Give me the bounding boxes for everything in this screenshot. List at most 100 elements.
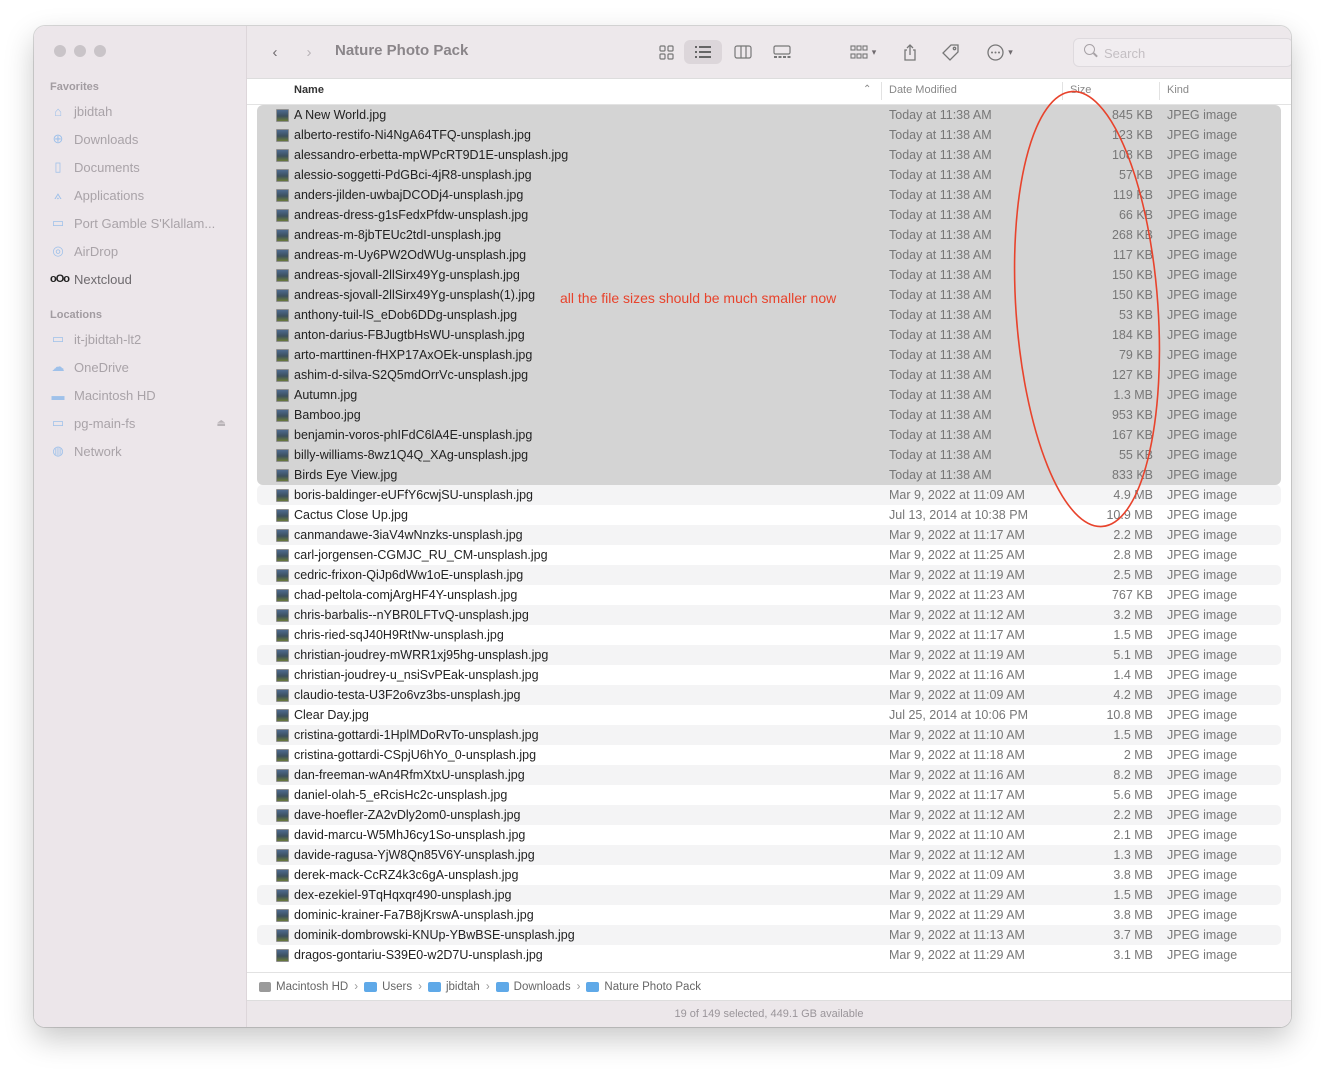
file-kind: JPEG image: [1167, 248, 1238, 262]
file-size: 2 MB: [1123, 748, 1153, 762]
file-name: claudio-testa-U3F2o6vz3bs-unsplash.jpg: [294, 688, 521, 702]
path-bar: Macintosh HD › Users › jbidtah › Downloads › Nat…: [247, 972, 1291, 1000]
file-row[interactable]: dex-ezekiel-9TqHqxqr490-unsplash.jpg Mar …: [247, 885, 1291, 905]
status-bar: 19 of 149 selected, 449.1 GB available: [247, 1000, 1291, 1027]
file-date-modified: Mar 9, 2022 at 11:29 AM: [889, 888, 1025, 902]
file-row[interactable]: davide-ragusa-YjW8Qn85V6Y-unsplash.jpg Ma…: [247, 845, 1291, 865]
file-date-modified: Mar 9, 2022 at 11:16 AM: [889, 668, 1025, 682]
jpeg-thumbnail-icon: [276, 469, 289, 482]
file-row[interactable]: cedric-frixon-QiJp6dWw1oE-unsplash.jpg Ma…: [247, 565, 1291, 585]
breadcrumb-item[interactable]: Downloads: [495, 981, 571, 993]
file-row[interactable]: chad-peltola-comjArgHF4Y-unsplash.jpg Mar…: [247, 585, 1291, 605]
file-row[interactable]: christian-joudrey-mWRR1xj95hg-unsplash.j…: [247, 645, 1291, 665]
file-row[interactable]: christian-joudrey-u_nsiSvPEak-unsplash.j…: [247, 665, 1291, 685]
file-date-modified: Today at 11:38 AM: [889, 388, 992, 402]
jpeg-thumbnail-icon: [276, 149, 289, 162]
file-row[interactable]: chris-ried-sqJ40H9RtNw-unsplash.jpg Mar 9…: [247, 625, 1291, 645]
file-size: 767 KB: [1111, 588, 1153, 602]
file-row[interactable]: dave-hoefler-ZA2vDly2om0-unsplash.jpg Mar…: [247, 805, 1291, 825]
file-name: andreas-m-Uy6PW2OdWUg-unsplash.jpg: [294, 248, 527, 262]
minimize-button[interactable]: [74, 45, 86, 57]
close-button[interactable]: [54, 45, 66, 57]
file-name: alessandro-erbetta-mpWPcRT9D1E-unsplash.…: [294, 148, 569, 162]
column-name-header[interactable]: Name: [294, 84, 324, 96]
file-row[interactable]: carl-jorgensen-CGMJC_RU_CM-unsplash.jpg M…: [247, 545, 1291, 565]
column-date-header[interactable]: Date Modified: [889, 84, 957, 96]
file-date-modified: Mar 9, 2022 at 11:17 AM: [889, 628, 1025, 642]
jpeg-thumbnail-icon: [276, 589, 289, 602]
forward-button[interactable]: ›: [299, 40, 319, 64]
file-row[interactable]: dominic-krainer-Fa7B8jKrswA-unsplash.jpg…: [247, 905, 1291, 925]
file-kind: JPEG image: [1167, 788, 1238, 802]
file-row[interactable]: daniel-olah-5_eRcisHc2c-unsplash.jpg Mar …: [247, 785, 1291, 805]
file-name: Autumn.jpg: [294, 388, 358, 402]
file-row[interactable]: Clear Day.jpg Jul 25, 2014 at 10:06 PM 10.…: [247, 705, 1291, 725]
file-row[interactable]: derek-mack-CcRZ4k3c6gA-unsplash.jpg Mar 9…: [247, 865, 1291, 885]
file-date-modified: Mar 9, 2022 at 11:09 AM: [889, 488, 1025, 502]
download-icon: ⊕: [52, 131, 64, 146]
sidebar-item-downloads[interactable]: ⊕ Downloads: [50, 128, 240, 150]
file-date-modified: Today at 11:38 AM: [889, 168, 992, 182]
column-view-button[interactable]: [729, 40, 757, 64]
annotation-note: all the file sizes should be much smalle…: [560, 290, 837, 306]
sidebar-item-airdrop[interactable]: ◎ AirDrop: [50, 240, 240, 262]
home-icon: ⌂: [54, 103, 62, 119]
chevron-right-icon: ›: [354, 980, 359, 993]
sidebar-item-onedrive[interactable]: ☁ OneDrive: [50, 356, 240, 378]
file-name: davide-ragusa-YjW8Qn85V6Y-unsplash.jpg: [294, 848, 535, 862]
file-size: 5.6 MB: [1113, 788, 1153, 802]
file-row[interactable]: claudio-testa-U3F2o6vz3bs-unsplash.jpg Ma…: [247, 685, 1291, 705]
breadcrumb-item[interactable]: jbidtah: [427, 981, 480, 993]
sidebar-item-jbidtah[interactable]: ⌂ jbidtah: [50, 100, 240, 122]
sidebar-item-label: Documents: [74, 159, 140, 175]
file-row[interactable]: dan-freeman-wAn4RfmXtxU-unsplash.jpg Mar …: [247, 765, 1291, 785]
sidebar-item-port-gamble[interactable]: ▭ Port Gamble S'Klallam...: [50, 212, 240, 234]
file-date-modified: Mar 9, 2022 at 11:16 AM: [889, 768, 1025, 782]
back-button[interactable]: ‹: [265, 40, 285, 64]
list-view-button[interactable]: [684, 40, 722, 64]
file-size: 1.5 MB: [1113, 888, 1153, 902]
file-name: Bamboo.jpg: [294, 408, 361, 422]
sidebar-item-macintosh-hd[interactable]: ▬ Macintosh HD: [50, 384, 240, 406]
file-date-modified: Today at 11:38 AM: [889, 448, 992, 462]
share-button[interactable]: [898, 40, 922, 64]
sidebar: Favorites ⌂ jbidtah ⊕ Downloads ▯ Docume…: [34, 26, 247, 1027]
breadcrumb-item[interactable]: Nature Photo Pack: [586, 981, 701, 993]
jpeg-thumbnail-icon: [276, 129, 289, 142]
search-field[interactable]: Search: [1073, 38, 1291, 67]
file-row[interactable]: cristina-gottardi-CSpjU6hYo_0-unsplash.j…: [247, 745, 1291, 765]
file-kind: JPEG image: [1167, 148, 1238, 162]
more-actions-button[interactable]: ▾: [980, 40, 1020, 64]
file-row[interactable]: dominik-dombrowski-KNUp-YBwBSE-unsplash.…: [247, 925, 1291, 945]
file-name: ashim-d-silva-S2Q5mdOrrVc-unsplash.jpg: [294, 368, 529, 382]
sidebar-item-documents[interactable]: ▯ Documents: [50, 156, 240, 178]
breadcrumb-item[interactable]: Macintosh HD: [259, 981, 348, 993]
breadcrumb-item[interactable]: Users: [364, 981, 412, 993]
sidebar-item-pg-main-fs[interactable]: ▭ pg-main-fs ⏏: [50, 412, 240, 434]
sidebar-item-it-jbidtah-lt2[interactable]: ▭ it-jbidtah-lt2: [50, 328, 240, 350]
share-icon: [904, 43, 916, 61]
column-kind-header[interactable]: Kind: [1167, 84, 1189, 96]
sidebar-item-network[interactable]: ◍ Network: [50, 440, 240, 462]
sidebar-item-applications[interactable]: ⟑ Applications: [50, 184, 240, 206]
zoom-button[interactable]: [94, 45, 106, 57]
file-name: dan-freeman-wAn4RfmXtxU-unsplash.jpg: [294, 768, 525, 782]
file-name: carl-jorgensen-CGMJC_RU_CM-unsplash.jpg: [294, 548, 548, 562]
file-name: dave-hoefler-ZA2vDly2om0-unsplash.jpg: [294, 808, 521, 822]
file-kind: JPEG image: [1167, 388, 1238, 402]
eject-icon[interactable]: ⏏: [217, 418, 226, 429]
file-row[interactable]: chris-barbalis--nYBR0LFTvQ-unsplash.jpg M…: [247, 605, 1291, 625]
file-kind: JPEG image: [1167, 308, 1238, 322]
file-row[interactable]: david-marcu-W5MhJ6cy1So-unsplash.jpg Mar …: [247, 825, 1291, 845]
file-date-modified: Today at 11:38 AM: [889, 288, 992, 302]
tags-button[interactable]: [938, 40, 962, 64]
file-row[interactable]: cristina-gottardi-1HplMDoRvTo-unsplash.j…: [247, 725, 1291, 745]
file-kind: JPEG image: [1167, 908, 1238, 922]
file-row[interactable]: dragos-gontariu-S39E0-w2D7U-unsplash.jpg…: [247, 945, 1291, 965]
icon-view-button[interactable]: [652, 40, 680, 64]
gallery-view-button[interactable]: [768, 40, 796, 64]
file-kind: JPEG image: [1167, 468, 1238, 482]
file-kind: JPEG image: [1167, 588, 1238, 602]
group-by-button[interactable]: ▾: [843, 40, 883, 64]
sidebar-item-nextcloud[interactable]: oOo Nextcloud: [50, 268, 240, 290]
